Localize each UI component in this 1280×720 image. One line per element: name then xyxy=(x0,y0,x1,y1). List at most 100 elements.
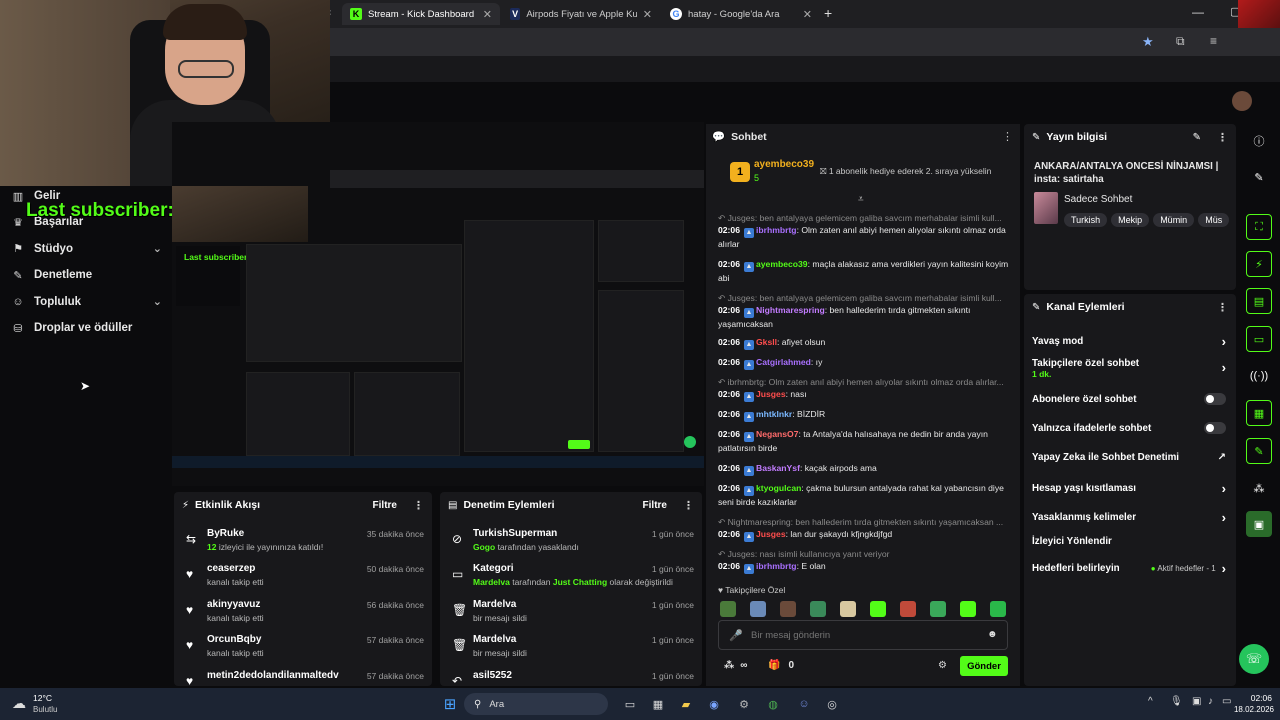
action-ai-moderation[interactable]: Yapay Zeka ile Sohbet Denetimi ↗ xyxy=(1032,452,1226,463)
send-button[interactable]: Gönder xyxy=(960,656,1008,676)
emote-icon[interactable] xyxy=(870,601,886,617)
wrench-icon[interactable]: ✎ xyxy=(1246,438,1272,464)
microphone-icon[interactable]: 🎤 xyxy=(729,629,743,642)
chat-message[interactable]: 02:06 ▲ BaskanYsf: kaçak airpods ama xyxy=(718,462,1010,476)
chat-message[interactable]: 02:06 ▲ Nightmarespring: ben hallederim tı… xyxy=(718,304,1010,332)
chat-username[interactable]: Nightmarespring xyxy=(756,305,825,315)
action-followers-only[interactable]: Takipçilere özel sohbet 1 dk. › xyxy=(1032,358,1226,379)
app-icon[interactable]: ◉ xyxy=(704,694,724,714)
chat-message[interactable]: 02:06 ▲ ibrhmbrtg: Olm zaten anıl abiyi he… xyxy=(718,224,1010,252)
filter-button[interactable]: Filtre xyxy=(373,500,397,511)
close-tab-icon[interactable]: ✕ xyxy=(803,8,812,21)
emote-icon[interactable] xyxy=(960,601,976,617)
chat-message[interactable]: 02:06 ▲ Catgirlahmed: ıy xyxy=(718,356,1010,370)
task-view-icon[interactable]: ▭ xyxy=(620,694,640,714)
bolt-icon[interactable]: ⚡ xyxy=(1246,251,1272,277)
document-icon[interactable]: ▤ xyxy=(1246,288,1272,314)
chat-message[interactable]: 02:06 ▲ Gksll: afiyet olsun xyxy=(718,336,1010,350)
chat-username[interactable]: Jusges xyxy=(756,529,786,539)
microphone-icon[interactable]: 🎙 xyxy=(1170,696,1183,707)
chat-message-input[interactable] xyxy=(751,627,971,643)
close-tab-icon[interactable]: ✕ xyxy=(483,8,492,21)
steam-icon[interactable]: ⚙ xyxy=(734,694,754,714)
tab-airpods[interactable]: V Airpods Fiyatı ve Apple Kulaklı ✕ xyxy=(502,3,660,25)
mod-action-row[interactable]: ▭ Kategori Mardelva tarafından Just Chat… xyxy=(448,563,694,599)
pinned-chevron-icon[interactable]: ⩡ xyxy=(858,194,864,205)
chevron-up-icon[interactable]: ^ xyxy=(1148,696,1153,707)
clock-time[interactable]: 02:06 xyxy=(1238,693,1272,703)
layout-icon[interactable]: ▦ xyxy=(1246,400,1272,426)
chrome-icon[interactable]: ◍ xyxy=(763,694,783,714)
windows-start-icon[interactable]: ⊞ xyxy=(440,694,460,714)
emote-icon[interactable] xyxy=(930,601,946,617)
toggle-switch[interactable] xyxy=(1204,422,1226,434)
extensions-icon[interactable]: ⧉ xyxy=(1176,34,1185,49)
sidebar-item-topluluk[interactable]: ☺ Topluluk ⌄ xyxy=(12,295,162,309)
edit-icon[interactable]: ✎ xyxy=(1246,164,1272,190)
action-banned-words[interactable]: Yasaklanmış kelimeler › xyxy=(1032,510,1226,525)
gift-counter[interactable]: 🎁 0 xyxy=(768,660,794,671)
chat-message[interactable]: 02:06 ▲ mhtklnkr: BİZDİR xyxy=(718,408,1010,422)
chat-message[interactable]: 02:06 ▲ Jusges: nası xyxy=(718,388,1010,402)
mod-action-row[interactable]: 🗑 Mardelva bir mesajı sildi 1 gün önce xyxy=(448,634,694,670)
top-gifter-name[interactable]: ayembeco39 xyxy=(754,159,814,170)
sidebar-item-studyo[interactable]: ⚑ Stüdyo ⌄ xyxy=(12,242,162,256)
bookmark-star-icon[interactable]: ★ xyxy=(1142,34,1154,50)
activity-row[interactable]: ♥ metin2dedolandilanmaltedv 57 dakika ön… xyxy=(182,670,424,686)
channel-points[interactable]: ⁂ ∞ xyxy=(724,660,747,671)
chat-message[interactable]: 02:06 ▲ NegansO7: ta Antalya'da halısahaya… xyxy=(718,428,1010,456)
more-options-icon[interactable]: ⋮ xyxy=(1217,301,1228,314)
taskbar-search[interactable]: ⚲ Ara xyxy=(464,693,608,715)
emote-icon[interactable] xyxy=(840,601,856,617)
more-options-icon[interactable]: ⋮ xyxy=(683,499,694,512)
filter-button[interactable]: Filtre xyxy=(643,500,667,511)
network-icon[interactable]: ▣ xyxy=(1192,696,1201,707)
chat-username[interactable]: ibrhmbrtg xyxy=(756,225,797,235)
emote-icon[interactable] xyxy=(720,601,736,617)
tab-google[interactable]: G hatay - Google'da Ara ✕ xyxy=(662,3,820,25)
mod-action-row[interactable]: ↶ asil5252 1 gün önce xyxy=(448,670,694,686)
emote-icon[interactable] xyxy=(810,601,826,617)
action-account-age[interactable]: Hesap yaşı kısıtlaması › xyxy=(1032,481,1226,496)
action-emotes-only[interactable]: Yalnızca ifadelerle sohbet xyxy=(1032,422,1226,434)
chat-username[interactable]: Catgirlahmed xyxy=(756,357,811,367)
chat-username[interactable]: BaskanYsf xyxy=(756,463,800,473)
emote-icon[interactable] xyxy=(750,601,766,617)
sidebar-item-denetleme[interactable]: ✎ Denetleme xyxy=(12,269,162,282)
chat-message[interactable]: 02:06 ▲ ibrhmbrtg: E olan xyxy=(718,560,1010,574)
calculator-icon[interactable]: ▦ xyxy=(648,694,668,714)
action-slow-mode[interactable]: Yavaş mod › xyxy=(1032,334,1226,349)
action-host-viewers[interactable]: İzleyici Yönlendir xyxy=(1032,536,1226,547)
activity-row[interactable]: ♥ ceaserzep kanalı takip etti 50 dakika … xyxy=(182,563,424,599)
tag[interactable]: Mümin xyxy=(1153,213,1195,227)
app-icon[interactable]: ▣ xyxy=(1246,511,1272,537)
sidebar-item-droplar[interactable]: ⛁ Droplar ve ödüller xyxy=(12,322,162,335)
action-subs-only[interactable]: Abonelere özel sohbet xyxy=(1032,393,1226,405)
chat-message[interactable]: 02:06 ▲ Jusges: lan dur şakaydı kfjngkdjfg… xyxy=(718,528,1010,542)
mod-action-row[interactable]: ⊘ TurkishSuperman Gogo tarafından yasakl… xyxy=(448,528,694,564)
folder-icon[interactable]: ▰ xyxy=(676,694,696,714)
reading-list-icon[interactable]: ≡ xyxy=(1210,34,1217,48)
minimize-icon[interactable]: — xyxy=(1192,5,1204,19)
chat-input-box[interactable]: 🎤 ☻ xyxy=(718,620,1008,650)
chat-message[interactable]: 02:06 ▲ ayembeco39: maçla alakasız ama ver… xyxy=(718,258,1010,286)
gift-prompt[interactable]: ⛝ 1 abonelik hediye ederek 2. sıraya yük… xyxy=(820,166,991,177)
people-icon[interactable]: ⁂ xyxy=(1246,475,1272,501)
tag[interactable]: Müs xyxy=(1198,213,1230,227)
broadcast-icon[interactable]: ((·)) xyxy=(1246,363,1272,389)
chat-username[interactable]: mhtklnkr xyxy=(756,409,792,419)
chat-username[interactable]: ktyogulcan xyxy=(756,483,801,493)
more-options-icon[interactable]: ⋮ xyxy=(1002,130,1013,143)
activity-row[interactable]: ⇆ ByRuke 12 izleyici ile yayınınıza katı… xyxy=(182,528,424,564)
speaker-icon[interactable]: ♪ xyxy=(1208,696,1213,707)
chat-icon[interactable]: ▭ xyxy=(1246,326,1272,352)
chat-message[interactable]: 02:06 ▲ ktyogulcan: çakma bulursun antalya… xyxy=(718,482,1010,510)
activity-row[interactable]: ♥ OrcunBqby kanalı takip etti 57 dakika … xyxy=(182,634,424,670)
new-tab-button[interactable]: + xyxy=(824,5,832,21)
action-set-goals[interactable]: Hedefleri belirleyin ● Aktif hedefler - … xyxy=(1032,561,1226,576)
emote-icon[interactable] xyxy=(780,601,796,617)
clip-icon[interactable]: ⛶ xyxy=(1246,214,1272,240)
tag[interactable]: Turkish xyxy=(1064,213,1108,227)
more-options-icon[interactable]: ⋮ xyxy=(413,499,424,512)
chat-username[interactable]: NegansO7 xyxy=(756,429,799,439)
